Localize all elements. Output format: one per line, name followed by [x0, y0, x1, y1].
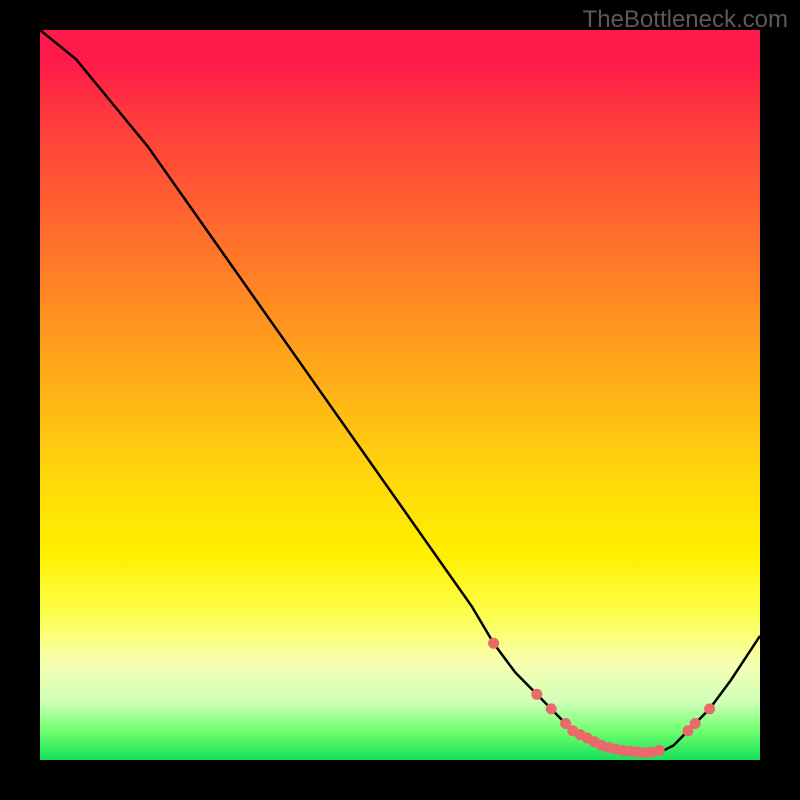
chart-background-gradient	[40, 30, 760, 760]
chart-plot-area	[40, 30, 760, 760]
watermark-text: TheBottleneck.com	[583, 6, 788, 34]
